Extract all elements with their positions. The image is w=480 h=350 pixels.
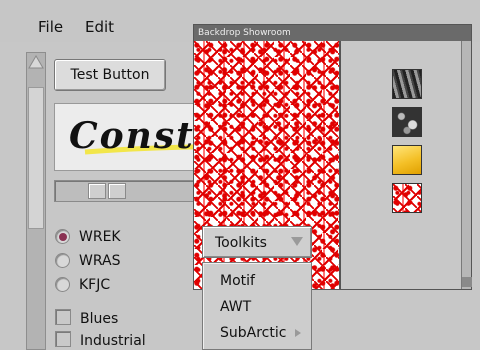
dropdown-arrow-icon: [291, 237, 303, 246]
toolkits-label: Toolkits: [215, 235, 267, 251]
showroom-scrollbar[interactable]: [461, 41, 472, 289]
swatch-red-lace[interactable]: [392, 183, 422, 213]
swatch-gold-gradient[interactable]: [392, 145, 422, 175]
slider-knob-right[interactable]: [108, 183, 126, 199]
showroom-title-bar[interactable]: Backdrop Showroom: [194, 25, 471, 41]
scrollbar-thumb[interactable]: [28, 87, 44, 229]
showroom-scroll-thumb[interactable]: [462, 277, 472, 287]
radio-wrek-label: WREK: [79, 229, 121, 245]
slider-knob-left[interactable]: [88, 183, 106, 199]
radio-wrek[interactable]: [55, 229, 70, 244]
menu-item-subarctic-label: SubArctic: [220, 325, 287, 341]
submenu-arrow-icon: [295, 329, 301, 337]
radio-wras[interactable]: [55, 253, 70, 268]
menu-item-motif[interactable]: Motif: [203, 269, 311, 293]
toolkits-dropdown[interactable]: Toolkits: [202, 226, 312, 258]
scroll-up-arrow-icon[interactable]: [27, 53, 45, 71]
menu-item-motif-label: Motif: [220, 273, 255, 289]
checkbox-industrial-label: Industrial: [80, 333, 146, 349]
radio-kfjc[interactable]: [55, 277, 70, 292]
swatch-gray-rock[interactable]: [392, 107, 422, 137]
menu-edit[interactable]: Edit: [85, 18, 114, 36]
menu-item-awt-label: AWT: [220, 299, 252, 315]
menu-file[interactable]: File: [38, 18, 63, 36]
vertical-scrollbar[interactable]: [26, 52, 46, 350]
checkbox-blues-label: Blues: [80, 311, 119, 327]
checkbox-industrial[interactable]: [55, 331, 71, 347]
test-button[interactable]: Test Button: [54, 59, 166, 91]
menu-item-subarctic[interactable]: SubArctic: [203, 321, 311, 345]
toolkits-menu: Motif AWT SubArctic: [202, 262, 312, 350]
swatch-dark-stripes[interactable]: [392, 69, 422, 99]
checkbox-blues[interactable]: [55, 309, 71, 325]
radio-wras-label: WRAS: [79, 253, 121, 269]
menu-item-awt[interactable]: AWT: [203, 295, 311, 319]
radio-kfjc-label: KFJC: [79, 277, 111, 293]
